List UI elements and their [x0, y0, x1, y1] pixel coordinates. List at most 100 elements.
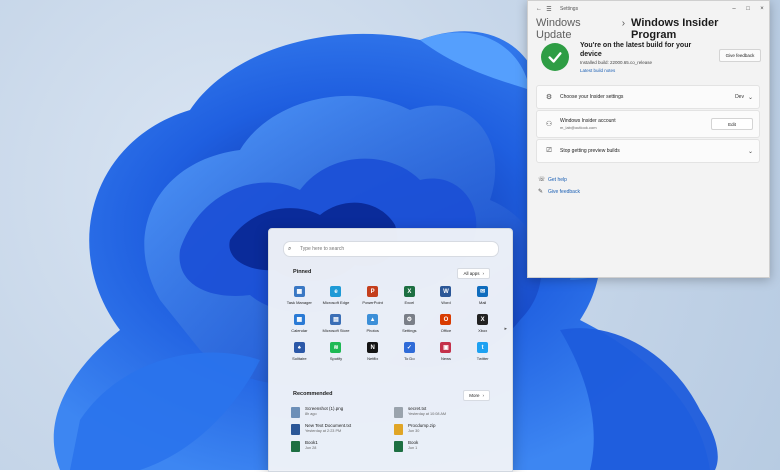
pinned-app[interactable]: W Word [428, 286, 465, 305]
recommended-item[interactable]: Book1 Jun 28 [291, 440, 394, 452]
edit-account-button[interactable]: Edit [711, 118, 753, 130]
file-icon [291, 441, 300, 452]
page-title: Windows Insider Program [631, 17, 719, 41]
app-name: Microsoft Edge [322, 300, 350, 305]
recommended-text: New Text Document.txt Yesterday at 2:23 P… [305, 423, 351, 433]
latest-build-notes-link[interactable]: Latest build notes [580, 68, 615, 73]
pinned-app[interactable]: ▦ Task Manager [281, 286, 318, 305]
file-time: Yesterday at 2:23 PM [305, 429, 342, 433]
app-icon: P [367, 286, 379, 297]
app-name: PowerPoint [362, 300, 383, 305]
app-name: Mail [478, 300, 487, 305]
close-icon[interactable]: × [755, 6, 769, 12]
recommended-item[interactable]: Screenshot (1).png 8h ago [291, 406, 394, 418]
pinned-app[interactable]: ✉ Mail [464, 286, 501, 305]
app-name: Excel [404, 300, 415, 305]
recommended-text: Screenshot (1).png 8h ago [305, 406, 343, 416]
file-name: Procdump.zip [408, 423, 436, 428]
help-icon: ☏ [538, 177, 546, 183]
update-status-title: You're on the latest build for your devi… [580, 42, 692, 58]
app-icon: X [403, 286, 415, 297]
app-name: Twitter [476, 356, 489, 361]
file-icon [394, 441, 403, 452]
pinned-app[interactable]: ♠ Solitaire [281, 342, 318, 361]
app-icon: e [330, 286, 342, 297]
recommended-item[interactable]: Book Jun 1 [394, 440, 497, 452]
app-name: Solitaire [292, 356, 307, 361]
app-icon: N [367, 342, 379, 353]
pinned-app[interactable]: O Office [428, 314, 465, 333]
app-name: Settings [402, 328, 417, 333]
pinned-app[interactable]: X Excel [391, 286, 428, 305]
app-icon: t [477, 342, 489, 353]
chevron-down-icon[interactable]: ⌄ [748, 94, 753, 101]
app-name: Photos [366, 328, 379, 333]
app-icon: ▦ [293, 314, 305, 325]
maximize-icon[interactable]: □ [741, 6, 755, 12]
account-email: m_lab@outlook.com [560, 125, 597, 130]
app-icon: ▤ [330, 314, 342, 325]
recommended-item[interactable]: secret.txt Yesterday at 10:08 AM [394, 406, 497, 418]
file-icon [394, 407, 403, 418]
stop-preview-builds-row[interactable]: ⎚ Stop getting preview builds ⌄ [536, 139, 760, 163]
app-name: Microsoft Store [322, 328, 350, 333]
breadcrumb-windows-update[interactable]: Windows Update [536, 17, 616, 41]
app-icon: ✉ [477, 286, 489, 297]
app-name: Task Manager [286, 300, 312, 305]
app-icon: ▦ [293, 286, 305, 297]
recommended-list: Screenshot (1).png 8h ago secret.txt Yester… [291, 406, 497, 452]
pinned-app[interactable]: ▲ Photos [354, 314, 391, 333]
recommended-text: Book1 Jun 28 [305, 440, 318, 450]
pinned-app[interactable]: N Netflix [354, 342, 391, 361]
recommended-text: Procdump.zip Jun 30 [408, 423, 436, 433]
recommended-item[interactable]: New Text Document.txt Yesterday at 2:23 P… [291, 423, 394, 435]
app-icon: X [477, 314, 489, 325]
pinned-app[interactable]: t Twitter [464, 342, 501, 361]
chevron-down-icon[interactable]: ⌄ [748, 148, 753, 155]
get-help-label: Get help [548, 176, 567, 183]
more-button[interactable]: More › [463, 390, 490, 401]
all-apps-button[interactable]: All apps › [457, 268, 490, 279]
pinned-app[interactable]: ▣ News [428, 342, 465, 361]
pinned-app[interactable]: ▦ Calendar [281, 314, 318, 333]
pinned-app[interactable]: ⚙ Settings [391, 314, 428, 333]
give-feedback-button[interactable]: Give feedback [719, 49, 761, 62]
give-feedback-link[interactable]: ✎ Give feedback [538, 188, 580, 196]
get-help-link[interactable]: ☏ Get help [538, 176, 567, 184]
app-name: News [440, 356, 451, 361]
file-icon [291, 424, 300, 435]
app-icon: ⚙ [403, 314, 415, 325]
search-icon: ⌕ [288, 245, 292, 252]
pinned-app[interactable]: ≋ Spotify [318, 342, 355, 361]
more-label: More [469, 393, 480, 398]
app-icon: W [440, 286, 452, 297]
pinned-app[interactable]: X Xbox [464, 314, 501, 333]
account-text: Windows Insider account m_lab@outlook.co… [560, 118, 711, 130]
minimize-icon[interactable]: – [727, 6, 741, 12]
window-title: Settings [560, 6, 579, 12]
search-box[interactable]: ⌕ [283, 241, 499, 257]
pinned-app[interactable]: ▤ Microsoft Store [318, 314, 355, 333]
gear-icon: ⚙ [545, 94, 553, 101]
app-name: Calendar [291, 328, 308, 333]
search-input[interactable] [300, 246, 480, 252]
app-name: To Do [404, 356, 415, 361]
update-status-card: You're on the latest build for your devi… [528, 39, 769, 83]
page-indicator[interactable]: ▸ [504, 326, 507, 332]
back-arrow-icon[interactable]: ← [534, 6, 544, 12]
pinned-app[interactable]: ✓ To Do [391, 342, 428, 361]
hamburger-menu-icon[interactable]: ☰ [544, 6, 554, 13]
app-name: Xbox [478, 328, 488, 333]
insider-settings-label: Choose your Insider settings [560, 94, 624, 100]
pinned-title: Pinned [293, 269, 312, 275]
file-time: Jun 1 [408, 446, 418, 450]
pinned-app[interactable]: e Microsoft Edge [318, 286, 355, 305]
all-apps-label: All apps [463, 271, 480, 276]
insider-settings-row[interactable]: ⚙ Choose your Insider settings Dev ⌄ [536, 85, 760, 109]
pinned-app[interactable]: P PowerPoint [354, 286, 391, 305]
app-name: Spotify [329, 356, 343, 361]
recommended-item[interactable]: Procdump.zip Jun 30 [394, 423, 497, 435]
app-name: Word [441, 300, 451, 305]
file-icon [394, 424, 403, 435]
start-menu: ⌕ Pinned All apps › ▦ Task Manager e Micros… [268, 228, 513, 472]
